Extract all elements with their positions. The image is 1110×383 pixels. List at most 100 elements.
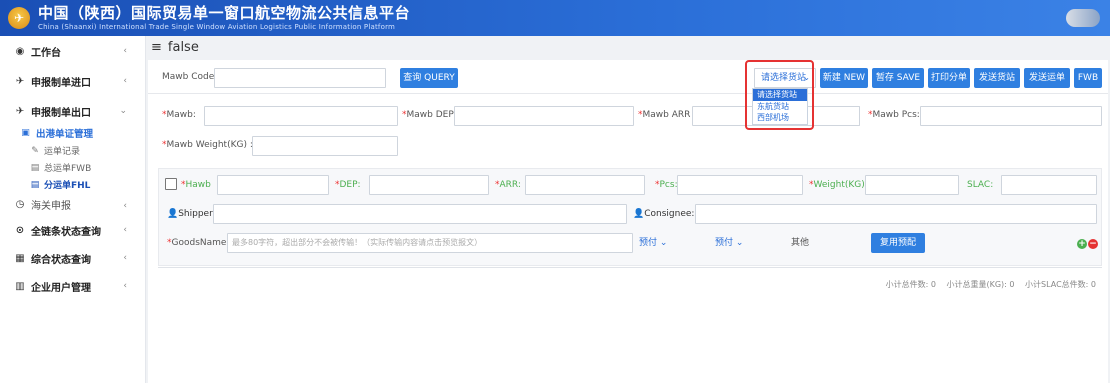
hawb-arr-label: *ARR: <box>495 180 521 190</box>
chevron-left-icon: ‹ <box>123 76 127 86</box>
sidebar-item-label: 工作台 <box>31 47 61 59</box>
station-option[interactable]: 西部机场 <box>753 112 807 124</box>
total-slac: 小计SLAC总件数: 0 <box>1025 280 1096 289</box>
slac-input[interactable] <box>1001 175 1097 195</box>
grid-icon: ▦ <box>15 252 25 264</box>
toolbar-row: Mawb Code: 查询 QUERY 请选择货站 ⌄ 新建 NEW 暂存 SA… <box>148 60 1108 94</box>
consignee-label: 👤Consignee: <box>633 209 695 219</box>
hawb-dep-label: *DEP: <box>335 180 361 190</box>
mawb-input[interactable] <box>204 106 398 126</box>
chevron-down-icon: ⌄ <box>735 238 744 248</box>
sidebar-item-import[interactable]: ✈ 申报制单进口 ‹ <box>0 68 145 94</box>
station-option[interactable]: 东航货站 <box>753 101 807 113</box>
send-waybill-button[interactable]: 发送运单 <box>1024 68 1070 88</box>
save-button[interactable]: 暂存 SAVE <box>872 68 924 88</box>
other-button[interactable]: 其他 <box>791 233 827 253</box>
fwb-button[interactable]: FWB <box>1074 68 1102 88</box>
chevron-down-icon: ⌄ <box>803 73 810 82</box>
hawb-weight-input[interactable] <box>865 175 959 195</box>
prepay-select-1[interactable]: 预付 ⌄ <box>639 233 685 253</box>
mawb-dep-label: *Mawb DEP : <box>402 110 460 120</box>
hawb-dep-input[interactable] <box>369 175 489 195</box>
hawb-arr-input[interactable] <box>525 175 645 195</box>
summary-bar: 小计总件数: 0 小计总重量(KG): 0 小计SLAC总件数: 0 <box>878 279 1096 290</box>
hawb-pcs-label-text: Pcs: <box>659 180 678 190</box>
sidebar-item-label: 申报制单进口 <box>31 77 91 89</box>
remove-icon[interactable]: − <box>1088 239 1098 249</box>
user-icon: 👤 <box>167 209 179 219</box>
plane-icon: ✈ <box>15 105 25 117</box>
divider <box>158 267 1102 268</box>
user-icon: 👤 <box>633 209 645 219</box>
goods-name-input[interactable]: 最多80字符，超出部分不会被传输！（实际传输内容请点击预览报文） <box>227 233 633 253</box>
sidebar-item-waybill-records[interactable]: ✎ 运单记录 <box>0 142 145 159</box>
document-icon: ▣ <box>21 128 30 138</box>
sidebar-item-label: 出港单证管理 <box>36 129 94 140</box>
user-avatar[interactable] <box>1066 9 1100 27</box>
app-header: ✈ 中国（陕西）国际贸易单一窗口航空物流公共信息平台 China (Shaanx… <box>0 0 1110 36</box>
chevron-left-icon: ‹ <box>123 225 127 235</box>
send-station-button[interactable]: 发送货站 <box>974 68 1020 88</box>
prepay-select-2[interactable]: 预付 ⌄ <box>715 233 761 253</box>
hawb-pcs-input[interactable] <box>677 175 803 195</box>
sidebar-item-fwb[interactable]: ▤ 总运单FWB <box>0 159 145 176</box>
app-logo: ✈ <box>8 7 30 29</box>
menu-toggle-icon[interactable]: ≡ <box>151 40 162 55</box>
mawb-pcs-label: *Mawb Pcs: <box>868 110 920 120</box>
station-dropdown: 请选择货站 东航货站 西部机场 <box>752 88 808 125</box>
sidebar-item-export[interactable]: ✈ 申报制单出口 ⌄ <box>0 98 145 124</box>
main-content: ≡ false Mawb Code: 查询 QUERY 请选择货站 ⌄ 新建 N… <box>146 36 1110 383</box>
mawb-code-input[interactable] <box>214 68 386 88</box>
shipper-input[interactable] <box>213 204 627 224</box>
sidebar-item-label: 综合状态查询 <box>31 254 91 266</box>
add-icon[interactable]: + <box>1077 239 1087 249</box>
prepay-select-1-value: 预付 <box>639 238 658 248</box>
hawb-input[interactable] <box>217 175 329 195</box>
sidebar: ◉ 工作台 ‹ ✈ 申报制单进口 ‹ ✈ 申报制单出口 ⌄ ▣ 出港单证管理 ✎… <box>0 36 146 383</box>
sidebar-item-user-management[interactable]: ▥ 企业用户管理 ‹ <box>0 273 145 299</box>
consignee-input[interactable] <box>695 204 1097 224</box>
mawb-label: *Mawb: <box>162 110 196 120</box>
station-option[interactable]: 请选择货站 <box>753 89 807 101</box>
app-subtitle: China (Shaanxi) International Trade Sing… <box>38 22 396 31</box>
hawb-checkbox[interactable] <box>165 178 177 190</box>
sidebar-item-label: 海关申报 <box>31 200 71 212</box>
edit-icon: ✎ <box>31 145 39 156</box>
mawb-pcs-input[interactable] <box>920 106 1102 126</box>
hawb-weight-label: *Weight(KG): <box>809 180 868 190</box>
goods-name-label: *GoodsName: <box>167 238 230 248</box>
chevron-left-icon: ‹ <box>123 201 127 211</box>
sidebar-item-chain-status[interactable]: ⊙ 全链条状态查询 ‹ <box>0 217 145 243</box>
total-pieces: 小计总件数: 0 <box>885 280 936 289</box>
file-icon: ▤ <box>30 179 40 190</box>
breadcrumb: ≡ false <box>146 36 1110 58</box>
file-icon: ▤ <box>30 162 40 173</box>
clock-icon: ◷ <box>15 198 25 210</box>
mawb-weight-input[interactable] <box>252 136 398 156</box>
prepay-select-2-value: 预付 <box>715 238 734 248</box>
total-weight: 小计总重量(KG): 0 <box>946 280 1015 289</box>
sidebar-item-composite-status[interactable]: ▦ 综合状态查询 ‹ <box>0 245 145 271</box>
hawb-label-text: Hawb <box>185 180 211 190</box>
chevron-down-icon: ⌄ <box>119 106 127 116</box>
sidebar-item-label: 总运单FWB <box>44 164 92 174</box>
station-select[interactable]: 请选择货站 ⌄ <box>754 68 816 88</box>
new-button[interactable]: 新建 NEW <box>820 68 868 88</box>
dashboard-icon: ◉ <box>15 45 25 57</box>
mawb-dep-input[interactable] <box>454 106 634 126</box>
query-button[interactable]: 查询 QUERY <box>400 68 458 88</box>
sidebar-item-workbench[interactable]: ◉ 工作台 ‹ <box>0 38 145 64</box>
sidebar-item-fhl[interactable]: ▤ 分运单FHL <box>0 176 145 193</box>
sidebar-item-label: 分运单FHL <box>44 181 91 191</box>
form-panel: Mawb Code: 查询 QUERY 请选择货站 ⌄ 新建 NEW 暂存 SA… <box>148 60 1108 383</box>
mawb-weight-label: *Mawb Weight(KG) : <box>162 140 253 150</box>
sidebar-item-label: 企业用户管理 <box>31 282 91 294</box>
chevron-down-icon: ⌄ <box>659 238 668 248</box>
hawb-arr-label-text: ARR: <box>499 180 521 190</box>
hawb-label: *Hawb <box>181 180 211 190</box>
sidebar-item-customs[interactable]: ◷ 海关申报 ‹ <box>0 193 145 215</box>
print-button[interactable]: 打印分单 <box>928 68 970 88</box>
mawb-arr-label: *Mawb ARR : <box>638 110 697 120</box>
sidebar-item-outbound-docs[interactable]: ▣ 出港单证管理 <box>0 124 145 142</box>
reuse-config-button[interactable]: 复用预配 <box>871 233 925 253</box>
